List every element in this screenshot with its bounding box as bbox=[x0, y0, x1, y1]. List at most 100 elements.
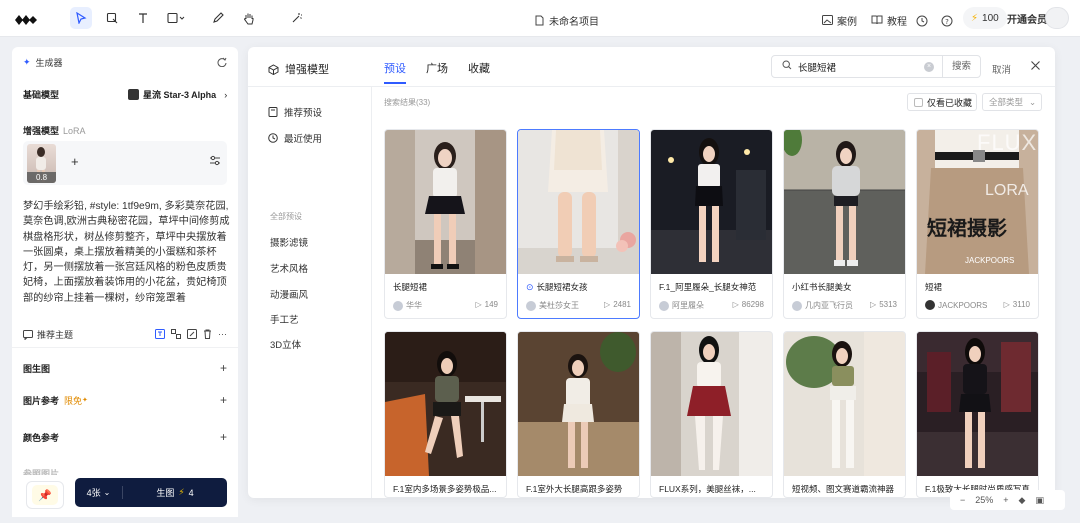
refresh-icon[interactable] bbox=[217, 56, 227, 70]
generate-button[interactable]: 4张 ⌄ 生图 ⚡ 4 bbox=[75, 478, 227, 507]
lora-card[interactable]: 短视频、图文赛道霸流神器 bbox=[783, 331, 906, 498]
generate-action[interactable]: 生图 ⚡ 4 bbox=[123, 486, 227, 499]
modal-tabs: 预设 广场 收藏 bbox=[384, 60, 490, 84]
more-icon[interactable]: ··· bbox=[218, 329, 227, 341]
history-icon[interactable] bbox=[916, 12, 928, 30]
lora-card[interactable]: FLUX LORA 短裙摄影 JACKPOORS 短裙 JACKPOORS ▷ 3… bbox=[916, 129, 1039, 319]
tab-presets[interactable]: 预设 bbox=[384, 60, 406, 84]
expand-icon[interactable] bbox=[187, 328, 197, 341]
only-favorites-toggle[interactable]: 仅看已收藏 bbox=[907, 93, 977, 111]
author-avatar bbox=[526, 300, 536, 311]
sidebar-item-recent[interactable]: 最近使用 bbox=[268, 131, 322, 145]
lora-card[interactable]: F.1_阿里履朵_长腿女神范 阿里履朵 ▷ 86298 bbox=[650, 129, 773, 319]
count-select[interactable]: 4张 ⌄ bbox=[75, 486, 123, 499]
add-lora-button[interactable]: + bbox=[71, 154, 79, 169]
lora-card[interactable]: F.1室内多场景多姿势极品... bbox=[384, 331, 507, 498]
sidebar-item-anime[interactable]: 动漫画风 bbox=[270, 287, 308, 301]
translate-icon[interactable] bbox=[155, 328, 165, 341]
sidebar-item-art-style[interactable]: 艺术风格 bbox=[270, 261, 308, 275]
tutorial-button[interactable]: 教程 bbox=[871, 11, 907, 29]
magic-tool-icon[interactable] bbox=[286, 7, 308, 29]
tab-favorites[interactable]: 收藏 bbox=[468, 60, 490, 84]
lora-card-selected[interactable]: ⊙ 长腿短裙女孩 美杜莎女王 ▷ 2481 bbox=[517, 129, 640, 319]
section-image-reference[interactable]: 图片参考 限免 ✦ + bbox=[23, 393, 227, 407]
cases-button[interactable]: 案例 bbox=[822, 11, 857, 29]
cancel-button[interactable]: 取消 bbox=[992, 62, 1011, 76]
search-button[interactable]: 搜索 bbox=[941, 55, 980, 78]
type-filter-value: 全部类型 bbox=[989, 97, 1024, 107]
layers-icon[interactable]: ◆ bbox=[1019, 495, 1026, 506]
zoom-in-button[interactable]: + bbox=[1003, 495, 1008, 505]
card-author: 美杜莎女王 bbox=[539, 301, 579, 310]
clear-icon[interactable]: × bbox=[923, 61, 934, 72]
prompt-actions: 推荐主题 ··· bbox=[23, 328, 227, 341]
rectangle-tool-icon[interactable] bbox=[165, 7, 187, 29]
fit-icon[interactable]: ▣ bbox=[1035, 495, 1044, 506]
lora-thumbnail[interactable]: 0.8 bbox=[27, 144, 56, 183]
select-tool-icon[interactable] bbox=[70, 7, 92, 29]
modal-title: 增强模型 bbox=[268, 61, 329, 77]
frame-tool-icon[interactable] bbox=[101, 7, 123, 29]
sidebar-item-3d[interactable]: 3D立体 bbox=[270, 337, 301, 351]
play-count-icon: ▷ bbox=[870, 300, 877, 309]
plus-icon[interactable]: + bbox=[220, 393, 227, 407]
sidebar-item-craft[interactable]: 手工艺 bbox=[270, 312, 299, 326]
project-title[interactable]: 未命名项目 bbox=[535, 11, 599, 29]
base-model-select[interactable]: 星流 Star-3 Alpha › bbox=[128, 88, 227, 101]
card-count: 86298 bbox=[741, 300, 764, 309]
checkbox[interactable] bbox=[914, 97, 923, 107]
card-title: F.1室内多场景多姿势极品... bbox=[393, 484, 497, 494]
text-tool-icon[interactable] bbox=[132, 7, 154, 29]
card-author: 华华 bbox=[406, 301, 422, 310]
lora-card[interactable]: 长腿短裙 华华 ▷ 149 bbox=[384, 129, 507, 319]
author-avatar bbox=[792, 300, 802, 311]
pin-button[interactable]: 📌 bbox=[26, 481, 64, 509]
shuffle-icon[interactable] bbox=[171, 328, 181, 341]
recommend-topic-button[interactable]: 推荐主题 bbox=[23, 328, 73, 341]
sidebar-item-label: 推荐预设 bbox=[284, 108, 323, 119]
sidebar-item-recommend[interactable]: 推荐预设 bbox=[268, 105, 322, 119]
zoom-out-button[interactable]: − bbox=[960, 495, 965, 505]
card-image bbox=[784, 332, 905, 476]
lora-card[interactable]: F.1室外大长腿高跟多姿势 bbox=[517, 331, 640, 498]
plus-icon[interactable]: + bbox=[220, 361, 227, 375]
sliders-icon[interactable] bbox=[209, 155, 221, 169]
modal-title-text: 增强模型 bbox=[285, 64, 329, 76]
card-title: 长腿短裙女孩 bbox=[536, 282, 588, 292]
type-filter-select[interactable]: 全部类型 ⌄ bbox=[982, 93, 1042, 111]
divider bbox=[12, 347, 238, 348]
app-logo-icon[interactable] bbox=[14, 11, 38, 29]
card-image: FLUX LORA 短裙摄影 JACKPOORS bbox=[917, 130, 1038, 274]
tab-square[interactable]: 广场 bbox=[426, 60, 448, 84]
lora-card[interactable]: F.1极致大长腿时尚质感写真 bbox=[916, 331, 1039, 498]
card-title: 短视频、图文赛道霸流神器 bbox=[792, 484, 895, 494]
base-model-value: 星流 Star-3 Alpha bbox=[143, 90, 217, 100]
credits-badge[interactable]: ⚡ 100 bbox=[963, 7, 1007, 29]
lora-card[interactable]: FLUX系列，美腿丝袜，... bbox=[650, 331, 773, 498]
sidebar-item-photo-filter[interactable]: 摄影滤镜 bbox=[270, 235, 308, 249]
card-image bbox=[385, 130, 506, 274]
vip-label: 开通会员 bbox=[1007, 14, 1047, 26]
book-icon bbox=[871, 15, 883, 25]
card-image bbox=[651, 130, 772, 274]
lora-label: 增强模型 LoRA bbox=[23, 124, 86, 137]
avatar[interactable] bbox=[1045, 7, 1069, 29]
section-label: 图生图 bbox=[23, 363, 51, 374]
hand-tool-icon[interactable] bbox=[238, 7, 260, 29]
card-title: F.1_阿里履朵_长腿女神范 bbox=[659, 282, 757, 292]
vip-button[interactable]: 开通会员 bbox=[1003, 7, 1051, 29]
section-color-reference[interactable]: 颜色参考 + bbox=[23, 430, 227, 444]
search-icon bbox=[782, 60, 792, 73]
help-icon[interactable]: ? bbox=[941, 12, 953, 30]
close-icon[interactable] bbox=[1030, 60, 1041, 74]
search-input[interactable]: 长腿短裙 bbox=[798, 60, 924, 74]
card-title: FLUX系列，美腿丝袜，... bbox=[659, 484, 756, 494]
prompt-text[interactable]: 梦幻手绘彩铅, #style: 1tf9e9m, 多彩莫奈花园,莫奈色调,欧洲古… bbox=[23, 199, 230, 306]
trash-icon[interactable] bbox=[203, 329, 212, 341]
pen-tool-icon[interactable] bbox=[207, 7, 229, 29]
zoom-level[interactable]: 25% bbox=[975, 495, 993, 505]
play-count-icon: ▷ bbox=[475, 300, 482, 309]
lora-card[interactable]: 小红书长腿美女 几内亚飞行员 ▷ 5313 bbox=[783, 129, 906, 319]
section-img2img[interactable]: 图生图 + bbox=[23, 361, 227, 375]
plus-icon[interactable]: + bbox=[220, 430, 227, 444]
